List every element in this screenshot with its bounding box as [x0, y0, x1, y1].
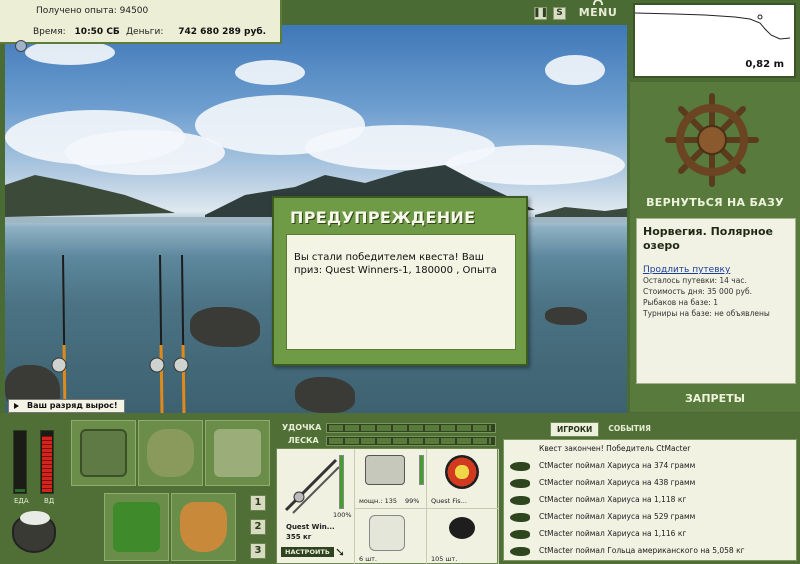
fish-icon: [510, 479, 530, 488]
base-info-line: Турниры на базе: не объявлены: [643, 309, 770, 318]
hook-caption: 6 шт.: [359, 555, 378, 563]
expand-arrow-icon[interactable]: ➘: [335, 545, 345, 559]
reel-slot[interactable]: мощн.: 135 99%: [355, 449, 427, 509]
lure-slot[interactable]: Quest Fis...: [427, 449, 499, 509]
rod-icon: [284, 458, 340, 514]
return-to-base-button[interactable]: ВЕРНУТЬСЯ НА БАЗУ: [630, 196, 800, 209]
inventory-slot-groundbait[interactable]: [104, 493, 169, 561]
pause-icon[interactable]: ❚❚: [533, 6, 548, 20]
rank-up-toast[interactable]: Ваш разряд вырос!: [8, 399, 125, 413]
time-value: 10:50 СБ: [74, 27, 120, 37]
dialog-message: Вы стали победителем квеста! Ваш приз: Q…: [286, 234, 516, 350]
toast-text: Ваш разряд вырос!: [27, 401, 118, 410]
depth-graph: 0,82 m: [633, 3, 796, 78]
tab-events[interactable]: СОБЫТИЯ: [602, 422, 657, 437]
reel-caption: мощн.: 135: [359, 497, 397, 505]
location-title: Норвегия. Полярное озеро: [643, 225, 773, 252]
event-item: CtMacter поймал Гольца американского на …: [539, 546, 745, 555]
map-icon: [214, 429, 261, 477]
tackle-panel: 100% Quest Win... 355 кг НАСТРОИТЬ ➘ мощ…: [276, 448, 499, 564]
event-item: CtMacter поймал Хариуса на 374 грамм: [539, 461, 696, 470]
events-feed: Квест закончен! Победитель CtMacter CtMa…: [503, 439, 797, 561]
fish-icon: [510, 496, 530, 505]
money-label: Деньги:: [126, 27, 164, 37]
inventory-slot-map[interactable]: [205, 420, 270, 486]
event-item: CtMacter поймал Хариуса на 1,116 кг: [539, 529, 687, 538]
sound-icon[interactable]: S: [553, 6, 566, 20]
experience-label: Получено опыта:: [36, 6, 117, 16]
dialog-title: ПРЕДУПРЕЖДЕНИЕ: [290, 208, 476, 227]
inventory-page-3[interactable]: 3: [250, 543, 266, 559]
ship-wheel-icon[interactable]: [664, 92, 760, 188]
food-bar-fill: [15, 489, 25, 492]
tackle-box-icon: [80, 429, 127, 477]
rod-slot[interactable]: 100% Quest Win... 355 кг НАСТРОИТЬ ➘: [277, 449, 355, 564]
depth-value: 0,82 m: [745, 59, 784, 70]
rod-strain-bar: [326, 423, 496, 433]
inventory-page-2[interactable]: 2: [250, 519, 266, 535]
drink-label: ВД: [44, 497, 55, 505]
food-bar: [13, 430, 27, 494]
experience-value: 94500: [119, 6, 149, 16]
lure-icon: [445, 455, 479, 489]
warning-dialog[interactable]: ПРЕДУПРЕЖДЕНИЕ Вы стали победителем квес…: [272, 196, 528, 366]
bans-button[interactable]: ЗАПРЕТЫ: [630, 392, 800, 405]
tab-players[interactable]: ИГРОКИ: [550, 422, 600, 437]
event-item: Квест закончен! Победитель CtMacter: [539, 444, 691, 453]
bait-slot[interactable]: 105 шт.: [427, 509, 499, 564]
fish-icon: [510, 462, 530, 471]
home-icon[interactable]: [15, 40, 27, 52]
money-value: 742 680 289 руб.: [178, 27, 267, 37]
base-info-card: Норвегия. Полярное озеро Продлить путевк…: [636, 218, 796, 384]
vegetable-basket-icon: [113, 502, 160, 552]
arrow-icon: [14, 403, 19, 409]
inventory-slot-bucket[interactable]: [171, 493, 236, 561]
base-info-line: Рыбаков на базе: 1: [643, 298, 718, 307]
rod-weight: 355 кг: [286, 533, 312, 541]
bucket-icon: [180, 502, 227, 552]
time-label: Время:: [33, 27, 66, 37]
rod-name: Quest Win...: [286, 523, 335, 531]
steam-icon: [20, 511, 50, 525]
reel-condition-gauge: [419, 455, 424, 485]
base-info-line: Осталось путевки: 14 час.: [643, 276, 747, 285]
menu-gear-icon: [593, 0, 603, 5]
menu-button[interactable]: MENU: [578, 0, 618, 22]
lure-caption: Quest Fis...: [431, 497, 467, 505]
fish-icon: [510, 530, 530, 539]
bait-caption: 105 шт.: [431, 555, 458, 563]
drink-bar-fill: [42, 436, 52, 492]
tune-button[interactable]: НАСТРОИТЬ: [281, 547, 334, 557]
rod-label: УДОЧКА: [282, 423, 322, 432]
event-item: CtMacter поймал Хариуса на 1,118 кг: [539, 495, 687, 504]
drink-bar: [40, 430, 54, 494]
fish-icon: [510, 547, 530, 556]
food-label: ЕДА: [14, 497, 29, 505]
inventory-page-1[interactable]: 1: [250, 495, 266, 511]
reel-percent: 99%: [405, 497, 420, 505]
player-info-panel: Получено опыта: 94500 Время: 10:50 СБ Де…: [0, 0, 282, 44]
inventory-slot-tackle-box[interactable]: [71, 420, 136, 486]
rod-percent: 100%: [333, 511, 352, 519]
event-item: CtMacter поймал Хариуса на 438 грамм: [539, 478, 696, 487]
menu-label: MENU: [578, 6, 618, 19]
right-panel: ВЕРНУТЬСЯ НА БАЗУ Норвегия. Полярное озе…: [630, 82, 800, 412]
fish-icon: [510, 513, 530, 522]
extend-trip-link[interactable]: Продлить путевку: [643, 265, 789, 275]
inventory-slot-bag[interactable]: [138, 420, 203, 486]
bag-icon: [147, 429, 194, 477]
event-item: CtMacter поймал Хариуса на 529 грамм: [539, 512, 696, 521]
rod-condition-gauge: [339, 455, 344, 509]
hook-slot[interactable]: 6 шт.: [355, 509, 427, 564]
cauldron-icon[interactable]: [12, 511, 56, 553]
hook-icon: [369, 515, 405, 551]
base-info-line: Стоимость дня: 35 000 руб.: [643, 287, 752, 296]
line-label: ЛЕСКА: [288, 436, 319, 445]
beetle-icon: [449, 517, 475, 539]
reel-icon: [365, 455, 405, 485]
line-strain-bar: [326, 436, 496, 446]
